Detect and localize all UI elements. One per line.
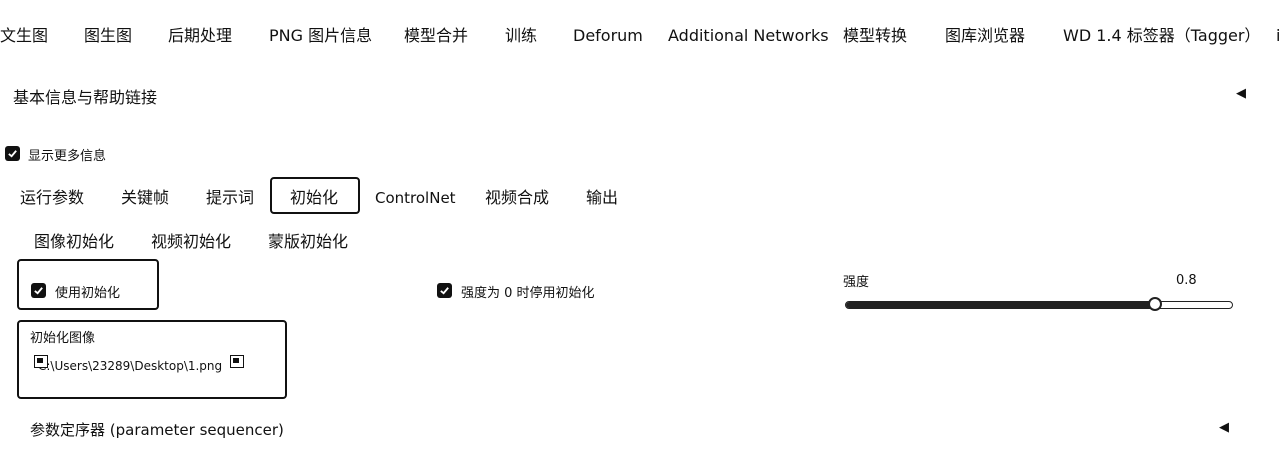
strength-slider-fill: [846, 302, 1157, 308]
check-icon: [34, 287, 43, 295]
tab-additional-networks[interactable]: Additional Networks: [668, 26, 829, 46]
tab-keyframes[interactable]: 关键帧: [121, 188, 169, 208]
sequencer-collapse-icon[interactable]: ◀: [1219, 420, 1229, 435]
use-init-label: 使用初始化: [55, 286, 121, 301]
tab-merge[interactable]: 模型合并: [404, 26, 468, 46]
strength-label: 强度: [843, 275, 870, 290]
show-more-checkbox[interactable]: [5, 146, 20, 161]
tab-train[interactable]: 训练: [505, 26, 537, 46]
info-panel-title[interactable]: 基本信息与帮助链接: [13, 84, 157, 108]
init-image-label: 初始化图像: [30, 331, 96, 346]
strength-zero-checkbox[interactable]: [437, 283, 452, 298]
check-icon: [8, 150, 17, 158]
tab-image-init[interactable]: 图像初始化: [34, 232, 114, 252]
tab-txt2img[interactable]: 文生图: [0, 26, 48, 46]
tab-video-output[interactable]: 视频合成: [485, 188, 549, 208]
tab-output[interactable]: 输出: [586, 188, 618, 208]
info-panel-collapse-icon[interactable]: ◀: [1236, 86, 1246, 101]
sequencer-title[interactable]: 参数定序器 (parameter sequencer): [30, 419, 284, 440]
init-image-input[interactable]: C:\Users\23289\Desktop\1.png: [38, 359, 222, 373]
tab-img2img[interactable]: 图生图: [84, 26, 132, 46]
strength-zero-label: 强度为 0 时停用初始化: [461, 286, 595, 301]
file-start-icon: [34, 355, 48, 368]
tab-prompts[interactable]: 提示词: [206, 188, 254, 208]
tab-mask-init[interactable]: 蒙版初始化: [268, 232, 348, 252]
tab-init[interactable]: 初始化: [290, 188, 338, 208]
tab-png-info[interactable]: PNG 图片信息: [269, 26, 372, 46]
file-end-icon: [230, 355, 244, 368]
tab-tagger[interactable]: WD 1.4 标签器（Tagger）: [1063, 26, 1260, 46]
tab-extras[interactable]: 后期处理: [168, 26, 232, 46]
tab-controlnet[interactable]: ControlNet: [375, 189, 456, 207]
strength-value[interactable]: 0.8: [1176, 273, 1197, 288]
tab-image-browser[interactable]: 图库浏览器: [945, 26, 1025, 46]
use-init-checkbox[interactable]: [31, 283, 46, 298]
tab-video-init[interactable]: 视频初始化: [151, 232, 231, 252]
check-icon: [440, 287, 449, 295]
show-more-label: 显示更多信息: [28, 149, 107, 164]
tab-run[interactable]: 运行参数: [20, 188, 84, 208]
strength-slider[interactable]: [845, 301, 1233, 309]
tab-deforum[interactable]: Deforum: [573, 26, 643, 46]
tab-overflow[interactable]: i: [1276, 26, 1280, 46]
tab-model-convert[interactable]: 模型转换: [843, 26, 907, 46]
